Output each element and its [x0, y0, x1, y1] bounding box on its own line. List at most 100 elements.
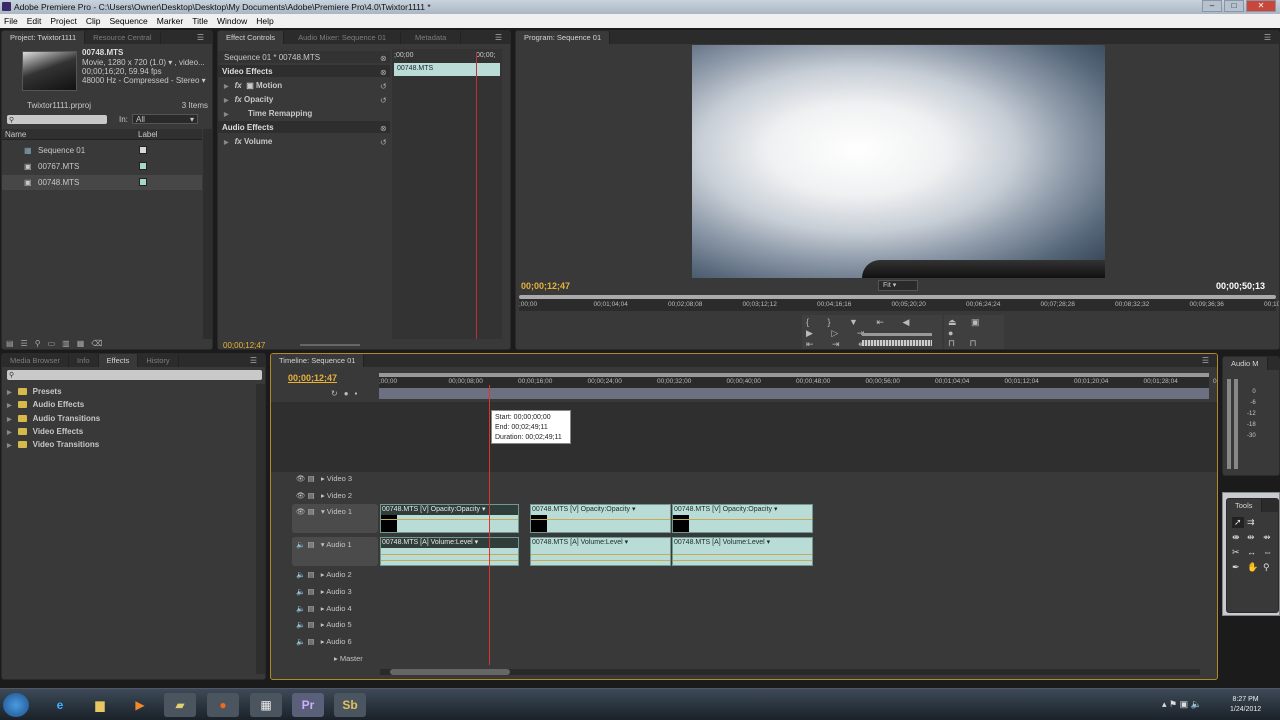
selection-tool-icon[interactable]: ➚ [1232, 517, 1244, 528]
mini-clip[interactable]: 00748.MTS [394, 63, 500, 76]
effect-timecode[interactable]: 00;00;12;47 [223, 341, 265, 349]
timeline-scrollbar[interactable] [380, 669, 1200, 675]
video-clip[interactable]: 00748.MTS [V] Opacity:Opacity ▾ [530, 504, 671, 533]
audio-clip[interactable]: 00748.MTS [A] Volume:Level ▾ [380, 537, 519, 566]
tab-history[interactable]: History [138, 354, 179, 367]
in-dropdown[interactable]: All ▾ [132, 114, 198, 124]
video-clip[interactable]: 00748.MTS [V] Opacity:Opacity ▾ [672, 504, 813, 533]
explorer-folder-icon[interactable]: ▆ [84, 693, 116, 717]
tab-audio-mixer[interactable]: Audio Mixer: Sequence 01 [284, 31, 402, 44]
zoom-dropdown[interactable]: Fit ▾ [878, 280, 918, 291]
firefox-icon[interactable]: ● [207, 693, 239, 717]
project-bottom-toolbar[interactable]: ▤☰⚲▭▥▦⌫ [6, 339, 110, 348]
column-name[interactable]: Name [5, 130, 26, 139]
tray-icons[interactable]: ▴ ⚑ ▣ 🔈 [1162, 699, 1202, 710]
track-video-3[interactable]: 👁 ▤ ▸ Video 3 [296, 474, 380, 489]
tab-audio-meters[interactable]: Audio M [1223, 357, 1268, 370]
effect-motion[interactable]: ▶ fx ▣ Motion [224, 81, 282, 90]
snap-marker-icons[interactable]: ↻●▪ [331, 389, 363, 398]
track-audio-5[interactable]: 🔈 ▤ ▸ Audio 5 [296, 620, 380, 635]
rate-stretch-tool-icon[interactable]: ⇴ [1263, 532, 1271, 543]
timeline-playhead[interactable] [489, 385, 490, 665]
panel-menu-icon[interactable]: ☰ [1264, 33, 1271, 42]
soundbooth-taskbar-button[interactable]: Sb [334, 693, 366, 717]
network-tool-icon[interactable]: ▦ [250, 693, 282, 717]
program-current-time[interactable]: 00;00;12;47 [521, 281, 570, 291]
track-audio-3[interactable]: 🔈 ▤ ▸ Audio 3 [296, 587, 380, 602]
zoom-slider[interactable] [300, 344, 360, 346]
list-item[interactable]: ▣ 00748.MTS [2, 175, 202, 190]
notes-app-icon[interactable]: ▰ [164, 693, 196, 717]
edit-controls[interactable]: ⏏ ▣ ●⊓ ⊓ ▦ [944, 315, 1004, 349]
panel-menu-icon[interactable]: ☰ [495, 33, 502, 42]
panel-menu-icon[interactable]: ☰ [197, 33, 204, 42]
video-clip[interactable]: 00748.MTS [V] Opacity:Opacity ▾ [380, 504, 519, 533]
tab-effect-controls[interactable]: Effect Controls [218, 31, 285, 44]
audio-clip[interactable]: 00748.MTS [A] Volume:Level ▾ [530, 537, 671, 566]
effects-search-input[interactable]: ⚲ [7, 370, 262, 380]
tab-info[interactable]: Info [69, 354, 99, 367]
effect-mini-timeline[interactable]: ;00;00 00;00; 00748.MTS [392, 49, 502, 339]
tab-program[interactable]: Program: Sequence 01 [516, 31, 611, 44]
project-search-input[interactable]: ⚲ [7, 115, 107, 124]
tab-resource-central[interactable]: Resource Central [85, 31, 161, 44]
menu-file[interactable]: File [4, 16, 18, 28]
panel-menu-icon[interactable]: ☰ [1202, 356, 1209, 365]
effect-volume[interactable]: ▶ fx Volume [224, 137, 272, 146]
hand-tool-icon[interactable]: ✋ [1247, 562, 1258, 573]
audio-clip[interactable]: 00748.MTS [A] Volume:Level ▾ [672, 537, 813, 566]
list-item[interactable]: ▣ 00767.MTS [2, 159, 202, 174]
track-video-1[interactable]: 👁 ▤ ▾ Video 1 [296, 507, 380, 522]
zoom-tool-icon[interactable]: ⚲ [1263, 562, 1270, 573]
timeline-ruler[interactable]: ;00;00 00;00;08;00 00;00;16;00 00;00;24;00 0… [379, 377, 1217, 399]
folder-audio-effects[interactable]: ▶ Audio Effects [7, 400, 84, 409]
timeline-current-time[interactable]: 00;00;12;47 [288, 373, 337, 383]
tab-metadata[interactable]: Metadata [401, 31, 462, 44]
track-audio-2[interactable]: 🔈 ▤ ▸ Audio 2 [296, 570, 380, 585]
track-audio-6[interactable]: 🔈 ▤ ▸ Audio 6 [296, 637, 380, 652]
minimize-button[interactable]: – [1202, 0, 1222, 12]
track-select-tool-icon[interactable]: ⇉ [1247, 517, 1255, 528]
menu-edit[interactable]: Edit [27, 16, 42, 28]
menu-title[interactable]: Title [192, 16, 208, 28]
tab-tools[interactable]: Tools [1227, 499, 1262, 512]
slide-tool-icon[interactable]: ⇔ [1263, 547, 1272, 557]
tab-project[interactable]: Project: Twixtor1111 [2, 31, 86, 44]
pen-tool-icon[interactable]: ✒ [1232, 562, 1240, 573]
tab-timeline[interactable]: Timeline: Sequence 01 [271, 354, 365, 367]
premiere-taskbar-button[interactable]: Pr [292, 693, 324, 717]
jog-wheel[interactable] [862, 340, 932, 346]
menu-project[interactable]: Project [50, 16, 76, 28]
media-player-icon[interactable]: ▶ [124, 693, 156, 717]
panel-menu-icon[interactable]: ☰ [250, 356, 257, 365]
folder-video-transitions[interactable]: ▶ Video Transitions [7, 440, 99, 449]
maximize-button[interactable]: □ [1224, 0, 1244, 12]
folder-audio-transitions[interactable]: ▶ Audio Transitions [7, 414, 100, 423]
effect-time-remapping[interactable]: ▶ Time Remapping [224, 109, 312, 118]
start-button[interactable] [3, 693, 29, 717]
reset-icons[interactable]: ⊗ ⊗ ↺ ↺ ⊗ ↺ [380, 52, 387, 150]
track-audio-1[interactable]: 🔈 ▤ ▾ Audio 1 [296, 540, 380, 555]
razor-tool-icon[interactable]: ✂ [1232, 547, 1240, 558]
rolling-edit-tool-icon[interactable]: ⇹ [1247, 532, 1255, 543]
scrollbar[interactable] [256, 384, 265, 674]
close-button[interactable]: ✕ [1246, 0, 1276, 12]
ripple-edit-tool-icon[interactable]: ⇼ [1232, 532, 1240, 543]
track-audio-4[interactable]: 🔈 ▤ ▸ Audio 4 [296, 604, 380, 619]
menu-window[interactable]: Window [217, 16, 247, 28]
effect-opacity[interactable]: ▶ fx Opacity [224, 95, 273, 104]
menu-clip[interactable]: Clip [86, 16, 101, 28]
column-label[interactable]: Label [138, 130, 158, 139]
program-ruler[interactable]: ;00;00 00;01;04;04 00;02;08;08 00;03;12;12 0… [519, 299, 1279, 311]
tab-media-browser[interactable]: Media Browser [2, 354, 70, 367]
menu-marker[interactable]: Marker [157, 16, 183, 28]
track-master[interactable]: ▸ Master [296, 654, 380, 669]
scrollbar[interactable] [203, 129, 212, 339]
shuttle-slider[interactable] [862, 333, 932, 336]
tab-effects[interactable]: Effects [98, 354, 139, 367]
list-item[interactable]: ▦ Sequence 01 [2, 143, 202, 158]
clock[interactable]: 8:27 PM 1/24/2012 [1230, 695, 1261, 715]
slip-tool-icon[interactable]: ↔ [1247, 547, 1256, 557]
menu-help[interactable]: Help [256, 16, 273, 28]
folder-video-effects[interactable]: ▶ Video Effects [7, 427, 83, 436]
